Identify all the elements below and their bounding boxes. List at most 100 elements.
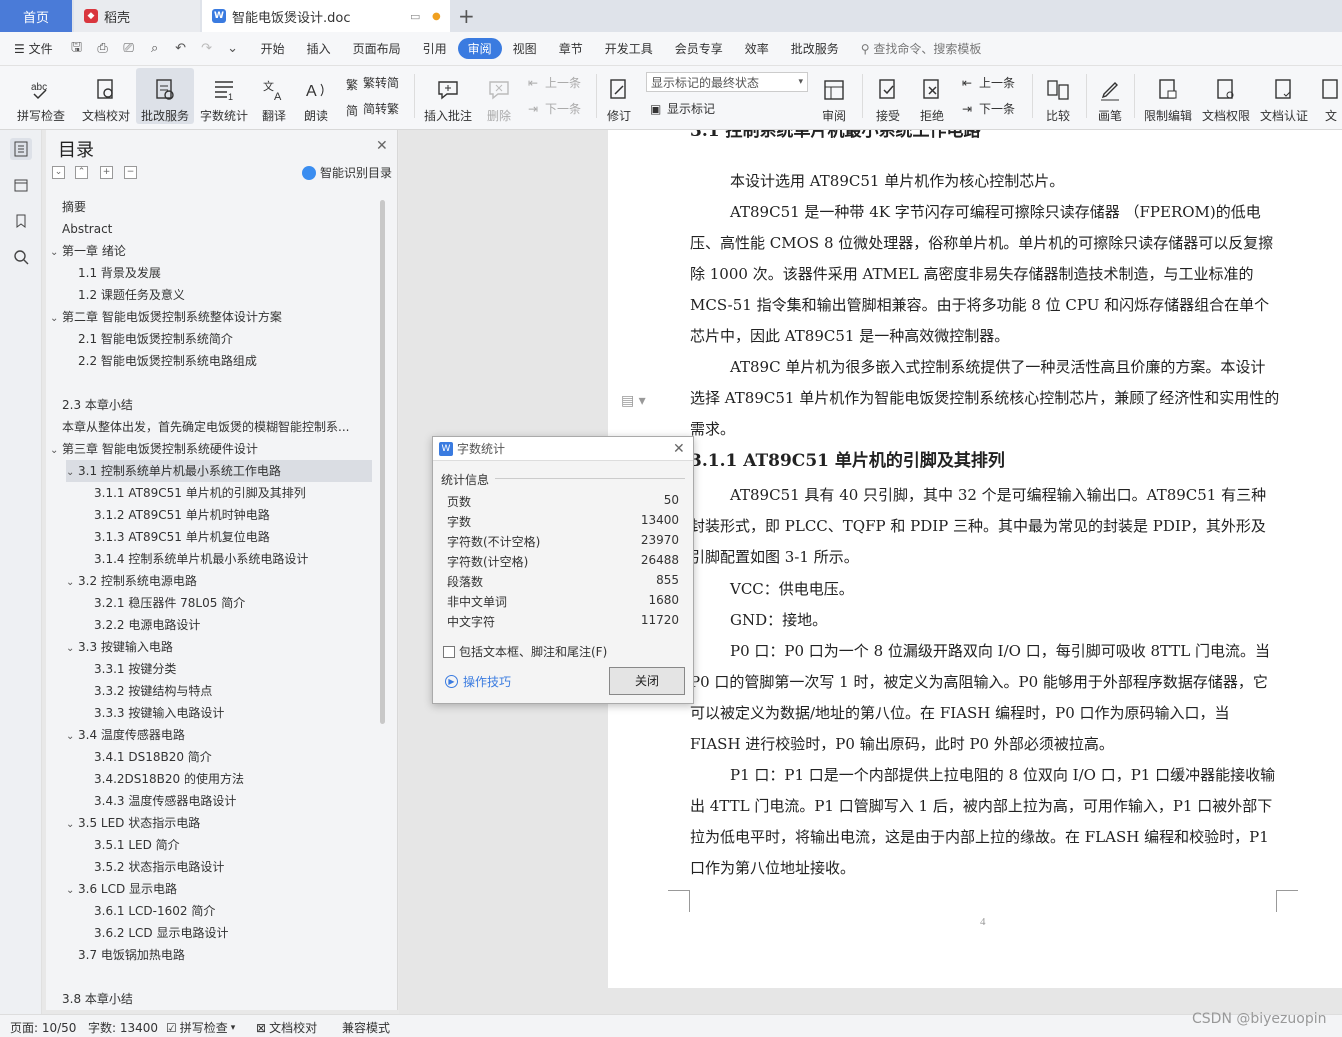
chevron-down-icon[interactable]: ⌄ [50,440,62,460]
toc-item[interactable]: 3.3.2 按键结构与特点 [94,680,372,702]
redo-icon[interactable]: ↷ [196,40,218,58]
toc-item[interactable]: 2.1 智能电饭煲控制系统简介 [78,328,372,350]
prev-comment-button[interactable]: ⇤ 上一条 [528,74,581,91]
reject-button[interactable]: 拒绝 [914,68,950,124]
trad-to-simp-button[interactable]: 繁繁转简 [346,74,399,92]
toc-item[interactable]: 3.7 电饭锅加热电路 [78,944,372,966]
toc-item[interactable]: ⌄ 第三章 智能电饭煲控制系统硬件设计 [50,438,372,460]
toc-item[interactable]: ⌄ 3.4 温度传感器电路 [66,724,372,746]
toc-item[interactable]: Abstract [62,218,372,240]
insert-comment-button[interactable]: 插入批注 [422,68,474,124]
toc-item[interactable] [62,966,372,988]
toc-item[interactable]: 3.1.1 AT89C51 单片机的引脚及其排列 [94,482,372,504]
compare-button[interactable]: 比较 [1040,68,1076,124]
file-menu[interactable]: ☰ 文件 [0,40,64,57]
revise-button[interactable]: 修订 [602,68,636,124]
expand-up-icon[interactable]: ⌃ [75,166,88,179]
doc-certify-button[interactable]: 文档认证 [1258,68,1310,124]
toc-item[interactable]: 3.3.3 按键输入电路设计 [94,702,372,724]
bookmark-icon[interactable] [10,210,32,232]
toc-item[interactable]: 1.1 背景及发展 [78,262,372,284]
toc-item[interactable]: ⌄ 第二章 智能电饭煲控制系统整体设计方案 [50,306,372,328]
chevron-down-icon[interactable]: ⌄ [66,726,78,746]
toc-item[interactable]: ⌄ 3.1 控制系统单片机最小系统工作电路 [66,460,372,482]
toc-item[interactable]: 3.2.2 电源电路设计 [94,614,372,636]
close-button[interactable]: 关闭 [609,667,685,695]
show-markup-button[interactable]: ▣ 显示标记 [650,100,715,117]
doc-permission-button[interactable]: 文档权限 [1200,68,1252,124]
save-icon[interactable]: 🖫 [66,40,88,58]
toc-item[interactable]: 3.5.2 状态指示电路设计 [94,856,372,878]
menu-item-6[interactable]: 章节 [548,40,594,57]
menu-item-8[interactable]: 会员专享 [664,40,734,57]
toc-item[interactable]: 摘要 [62,196,372,218]
simp-to-trad-button[interactable]: 简简转繁 [346,100,399,118]
monitor-icon[interactable]: ▭ [410,10,420,23]
menu-item-2[interactable]: 页面布局 [342,40,412,57]
tips-link[interactable]: ▶ 操作技巧 [445,673,511,690]
include-textbox-checkbox[interactable]: 包括文本框、脚注和尾注(F) [443,643,607,660]
toc-item[interactable]: 3.1.2 AT89C51 单片机时钟电路 [94,504,372,526]
tab-document[interactable]: W 智能电饭煲设计.doc ▭ ● [202,0,450,32]
markup-state-select[interactable]: 显示标记的最终状态 ▾ [646,72,808,92]
toc-item[interactable]: 3.2.1 稳压器件 78L05 简介 [94,592,372,614]
chevron-down-icon[interactable]: ⌄ [66,572,78,592]
toc-icon[interactable] [10,138,32,160]
tab-home[interactable]: 首页 [0,0,72,32]
prev-change-button[interactable]: ⇤ 上一条 [962,74,1015,91]
collapse-all-icon[interactable]: ⌄ [52,166,65,179]
close-icon[interactable]: ✕ [376,138,388,154]
export-pdf-icon[interactable]: ⎙ [92,40,114,58]
toc-item[interactable] [62,372,372,394]
chevron-down-icon[interactable]: ⌄ [66,814,78,834]
chevron-down-icon[interactable]: ⌄ [66,638,78,658]
toc-item[interactable]: ⌄ 第一章 绪论 [50,240,372,262]
toc-item[interactable]: 1.2 课题任务及意义 [78,284,372,306]
chapter-icon[interactable] [10,174,32,196]
next-change-button[interactable]: ⇥ 下一条 [962,100,1015,117]
menu-item-0[interactable]: 开始 [250,40,296,57]
preview-icon[interactable]: ⌕ [144,40,166,58]
toc-item[interactable]: ⌄ 3.6 LCD 显示电路 [66,878,372,900]
toc-item[interactable]: 3.1.3 AT89C51 单片机复位电路 [94,526,372,548]
page-indicator[interactable]: 页面: 10/50 [10,1019,76,1036]
toc-item[interactable]: 2.3 本章小结 [62,394,372,416]
chevron-down-icon[interactable]: ⌄ [66,880,78,900]
toc-item[interactable]: 3.4.1 DS18B20 简介 [94,746,372,768]
toc-item[interactable]: ⌄ 3.5 LED 状态指示电路 [66,812,372,834]
proofread-button[interactable]: 文档校对 [80,68,132,124]
toc-item[interactable]: 本章从整体出发，首先确定电饭煲的模糊智能控制系... [62,416,372,438]
toc-item[interactable]: 3.8 本章小结 [62,988,372,1010]
undo-icon[interactable]: ↶ [170,40,192,58]
spell-check-button[interactable]: abc 拼写检查 [10,68,72,124]
chevron-down-icon[interactable]: ⌄ [50,308,62,328]
menu-item-10[interactable]: 批改服务 [780,40,850,57]
toc-item[interactable]: 3.6.1 LCD-1602 简介 [94,900,372,922]
menu-item-9[interactable]: 效率 [734,40,780,57]
tab-daoke[interactable]: ◆ 稻壳 [74,0,200,32]
toc-scrollbar[interactable] [380,200,385,724]
chevron-down-icon[interactable]: ⌄ [66,462,78,482]
page-options-icon[interactable]: ▤ ▾ [621,393,646,409]
next-comment-button[interactable]: ⇥ 下一条 [528,100,581,117]
remove-heading-icon[interactable]: − [124,166,137,179]
dialog-header[interactable]: W 字数统计 [433,437,693,461]
menu-item-7[interactable]: 开发工具 [594,40,664,57]
toc-item[interactable]: 3.4.2DS18B20 的使用方法 [94,768,372,790]
menu-item-1[interactable]: 插入 [296,40,342,57]
translate-button[interactable]: 文A 翻译 [256,68,292,124]
menu-item-5[interactable]: 视图 [502,40,548,57]
pen-button[interactable]: 画笔 [1094,68,1126,124]
close-icon[interactable]: ✕ [673,441,685,457]
restrict-edit-button[interactable]: 限制编辑 [1142,68,1194,124]
document-page[interactable]: 3.1 控制系统单片机最小系统工作电路 本设计选用 AT89C51 单片机作为核… [608,130,1342,988]
toc-item[interactable]: 2.2 智能电饭煲控制系统电路组成 [78,350,372,372]
search-icon[interactable] [10,246,32,268]
delete-comment-button[interactable]: 删除 [482,68,516,124]
menu-item-3[interactable]: 引用 [412,40,458,57]
add-heading-icon[interactable]: + [100,166,113,179]
correct-service-button[interactable]: 批改服务 [136,68,194,124]
accept-button[interactable]: 接受 [870,68,906,124]
word-count-button[interactable]: 1 字数统计 [198,68,250,124]
proofread-status[interactable]: ⊠ 文档校对 [256,1019,317,1036]
